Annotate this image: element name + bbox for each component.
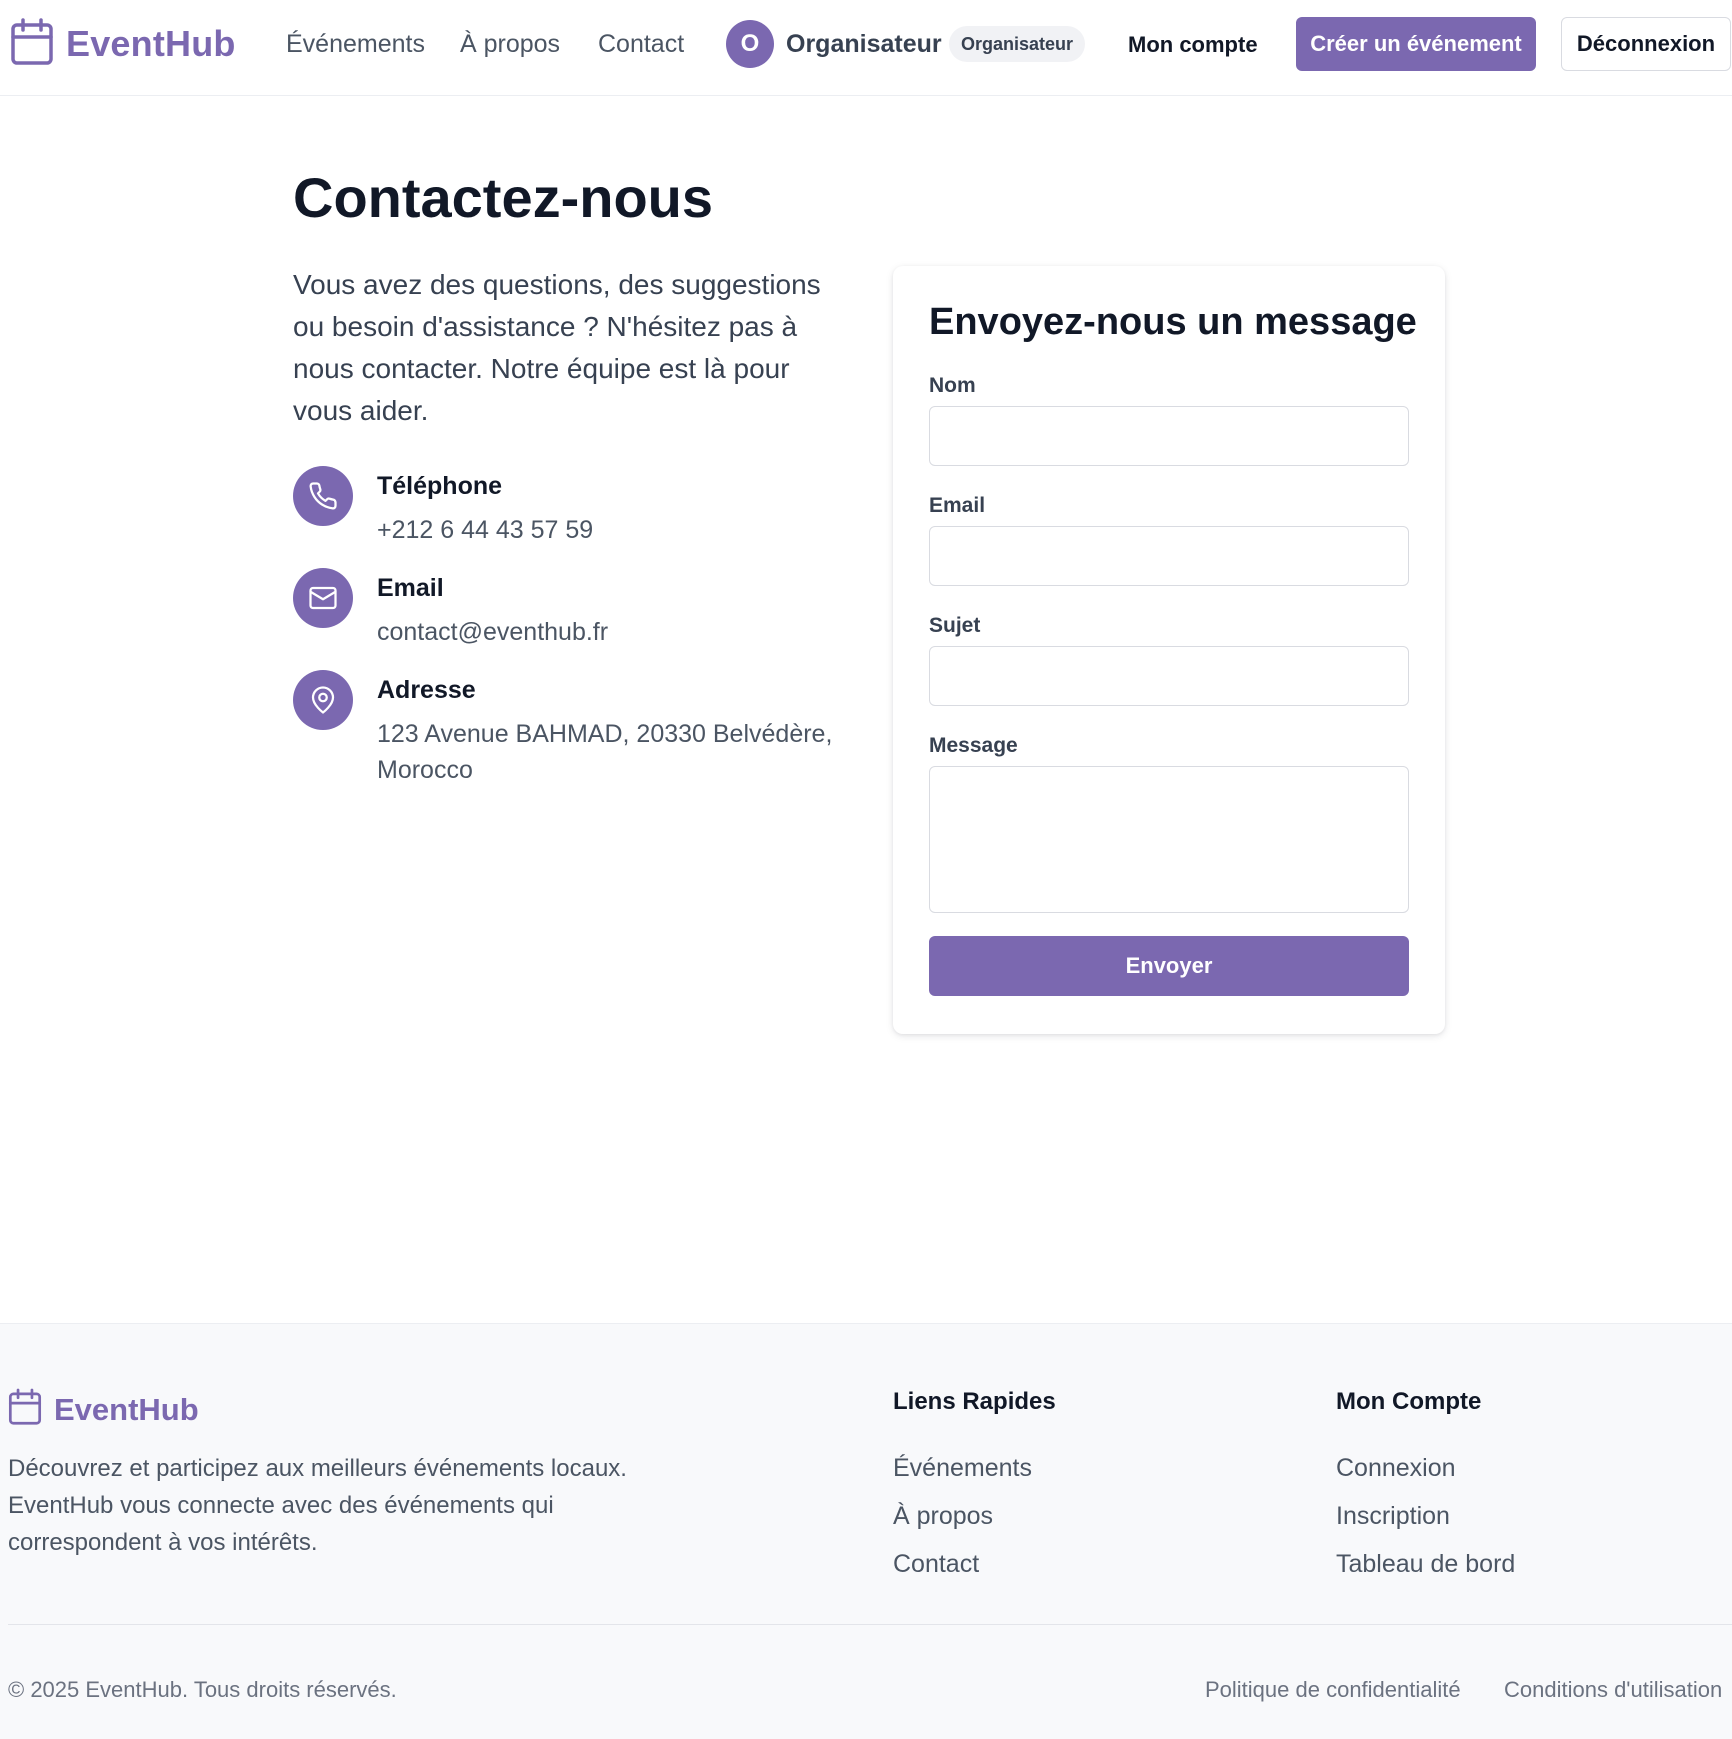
- nav-link-contact[interactable]: Contact: [598, 28, 684, 60]
- mail-icon: [293, 568, 353, 628]
- nav-link-about[interactable]: À propos: [460, 28, 560, 60]
- contact-form: Envoyez-nous un message Nom Email Sujet …: [893, 266, 1445, 1034]
- top-navbar: EventHub Événements À propos Contact O O…: [0, 0, 1732, 96]
- footer-link-register[interactable]: Inscription: [1336, 1500, 1450, 1532]
- quick-links-title: Liens Rapides: [893, 1388, 1056, 1415]
- name-input[interactable]: [929, 406, 1409, 466]
- account-links-title: Mon Compte: [1336, 1388, 1482, 1415]
- copyright-text: © 2025 EventHub. Tous droits réservés.: [8, 1677, 397, 1702]
- logout-button[interactable]: Déconnexion: [1561, 17, 1731, 71]
- footer-link-dashboard[interactable]: Tableau de bord: [1336, 1548, 1515, 1580]
- calendar-icon: [8, 1388, 42, 1431]
- role-badge: Organisateur: [949, 26, 1086, 62]
- map-pin-icon: [293, 670, 353, 730]
- subject-label: Sujet: [929, 614, 981, 637]
- contact-label-email: Email: [377, 574, 444, 602]
- calendar-icon: [10, 17, 54, 71]
- footer-description: Découvrez et participez aux meilleurs év…: [8, 1455, 627, 1556]
- create-event-button[interactable]: Créer un événement: [1296, 17, 1536, 71]
- contact-label-address: Adresse: [377, 676, 476, 704]
- brand-name: EventHub: [66, 23, 236, 64]
- footer-divider: [8, 1624, 1732, 1625]
- brand-logo-link[interactable]: EventHub: [10, 17, 236, 71]
- contact-label-phone: Téléphone: [377, 472, 503, 500]
- email-input[interactable]: [929, 526, 1409, 586]
- contact-value-phone: +212 6 44 43 57 59: [377, 516, 594, 544]
- footer-brand: EventHub: [8, 1388, 199, 1431]
- terms-of-use-link[interactable]: Conditions d'utilisation: [1504, 1675, 1722, 1705]
- nav-link-events[interactable]: Événements: [286, 28, 425, 60]
- contact-value-address: 123 Avenue BAHMAD, 20330 Belvédère, Moro…: [377, 720, 833, 784]
- footer-link-about[interactable]: À propos: [893, 1500, 993, 1532]
- phone-icon: [293, 466, 353, 526]
- form-title: Envoyez-nous un message: [929, 301, 1417, 343]
- footer-brand-name: EventHub: [54, 1391, 199, 1427]
- email-label: Email: [929, 494, 986, 517]
- name-label: Nom: [929, 374, 976, 397]
- footer-link-login[interactable]: Connexion: [1336, 1452, 1456, 1484]
- user-name: Organisateur: [786, 30, 942, 58]
- my-account-link[interactable]: Mon compte: [1128, 29, 1258, 61]
- footer-link-events[interactable]: Événements: [893, 1452, 1032, 1484]
- subject-input[interactable]: [929, 646, 1409, 706]
- site-footer: EventHub Découvrez et participez aux mei…: [0, 1323, 1732, 1739]
- page-title: Contactez-nous: [293, 166, 713, 229]
- message-textarea[interactable]: [929, 766, 1409, 913]
- message-label: Message: [929, 734, 1018, 757]
- send-button[interactable]: Envoyer: [929, 936, 1409, 996]
- footer-link-contact[interactable]: Contact: [893, 1548, 979, 1580]
- user-avatar[interactable]: O: [726, 20, 774, 68]
- intro-text: Vous avez des questions, des suggestions…: [293, 269, 821, 426]
- contact-value-email: contact@eventhub.fr: [377, 618, 609, 646]
- privacy-policy-link[interactable]: Politique de confidentialité: [1205, 1675, 1461, 1705]
